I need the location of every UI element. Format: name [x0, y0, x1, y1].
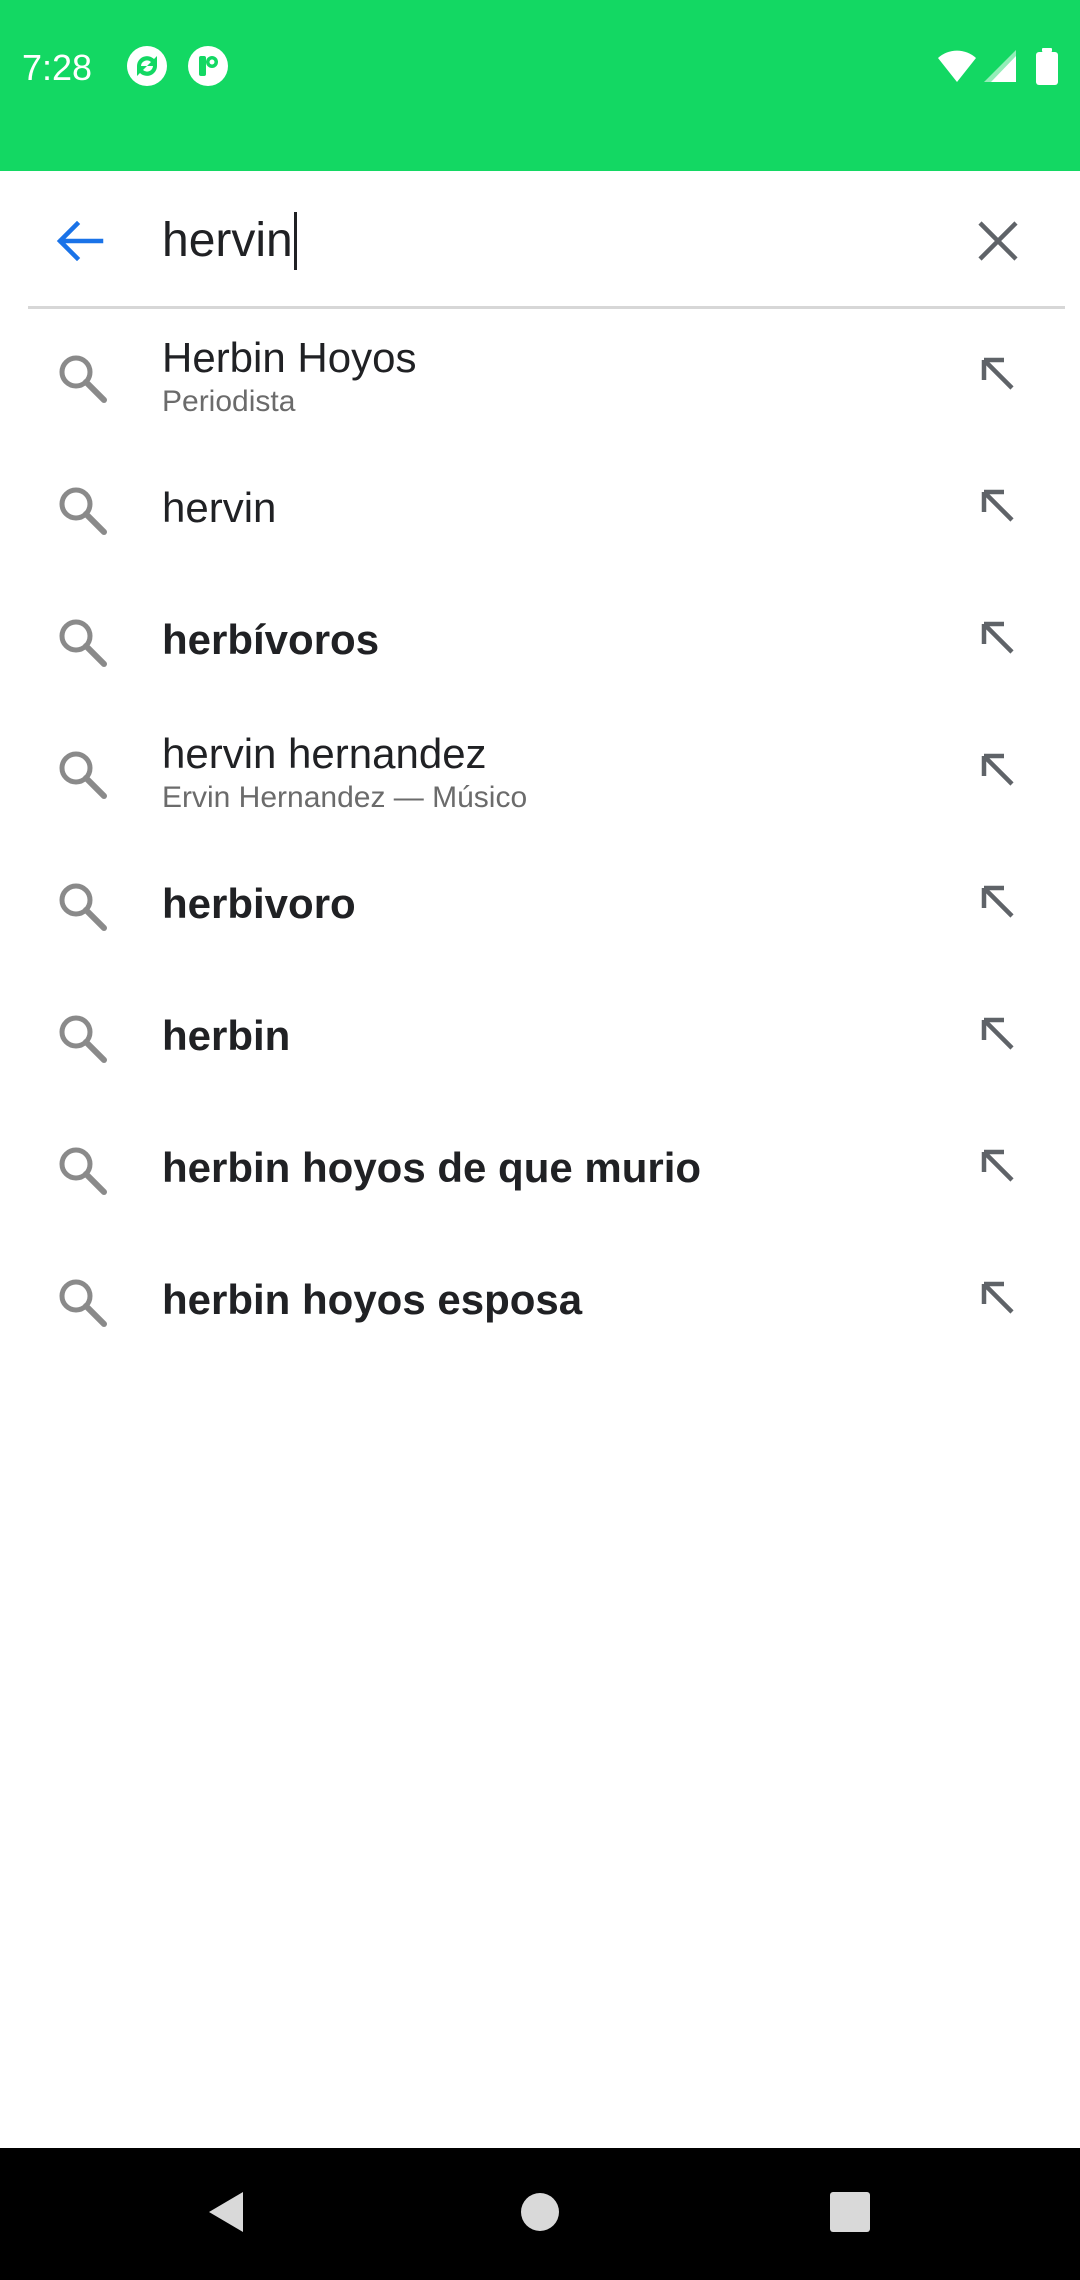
search-query-text: hervin	[162, 214, 293, 267]
cell-signal-icon	[983, 48, 1017, 88]
suggestion-item[interactable]: Herbin Hoyos Periodista	[0, 310, 1080, 442]
close-icon	[976, 219, 1020, 268]
suggestion-title: Herbin Hoyos	[162, 334, 417, 381]
clear-search-button[interactable]	[958, 203, 1038, 283]
arrow-up-left-icon	[978, 618, 1018, 663]
back-triangle-icon	[203, 2188, 247, 2241]
fill-query-button[interactable]	[958, 732, 1038, 812]
search-bar: hervin	[0, 171, 1080, 308]
recents-square-icon	[828, 2190, 872, 2239]
search-icon	[50, 610, 114, 674]
nav-back-button[interactable]	[185, 2174, 265, 2254]
suggestion-subtitle: Ervin Hernandez — Músico	[162, 781, 528, 814]
fill-query-button[interactable]	[958, 1128, 1038, 1208]
fill-query-button[interactable]	[958, 864, 1038, 944]
search-input[interactable]: hervin	[162, 201, 942, 281]
suggestions-list: Herbin Hoyos Periodista hervin herbívoro…	[0, 310, 1080, 1366]
wifi-icon	[937, 48, 977, 88]
suggestion-title: hervin hernandez	[162, 730, 487, 777]
suggestion-item[interactable]: herbin	[0, 970, 1080, 1102]
suggestion-item[interactable]: hervin hernandez Ervin Hernandez — Músic…	[0, 706, 1080, 838]
suggestion-title: herbin hoyos de que murio	[162, 1144, 702, 1191]
search-icon	[50, 1138, 114, 1202]
suggestion-item[interactable]: hervin	[0, 442, 1080, 574]
nav-recents-button[interactable]	[810, 2174, 890, 2254]
suggestion-subtitle: Periodista	[162, 385, 296, 418]
back-button[interactable]	[40, 203, 120, 283]
status-bar: 7:28	[0, 0, 1080, 171]
fill-query-button[interactable]	[958, 600, 1038, 680]
suggestion-item[interactable]: herbívoros	[0, 574, 1080, 706]
suggestion-title: herbívoros	[162, 616, 380, 663]
arrow-up-left-icon	[978, 882, 1018, 927]
home-circle-icon	[518, 2190, 562, 2239]
search-icon	[50, 346, 114, 410]
suggestion-item[interactable]: herbin hoyos de que murio	[0, 1102, 1080, 1234]
arrow-up-left-icon	[978, 1014, 1018, 1059]
text-cursor	[293, 212, 297, 270]
arrow-left-icon	[55, 220, 105, 266]
search-icon	[50, 742, 114, 806]
notification-app-icon	[186, 44, 230, 88]
suggestion-item[interactable]: herbin hoyos esposa	[0, 1234, 1080, 1366]
arrow-up-left-icon	[978, 1278, 1018, 1323]
navigation-bar	[0, 2148, 1080, 2280]
search-icon	[50, 1270, 114, 1334]
fill-query-button[interactable]	[958, 1260, 1038, 1340]
status-time: 7:28	[22, 47, 93, 88]
suggestion-title: herbin	[162, 1012, 291, 1059]
search-icon	[50, 1006, 114, 1070]
fill-query-button[interactable]	[958, 336, 1038, 416]
suggestion-title: herbivoro	[162, 880, 356, 927]
arrow-up-left-icon	[978, 750, 1018, 795]
arrow-up-left-icon	[978, 486, 1018, 531]
search-divider	[28, 306, 1065, 309]
search-icon	[50, 478, 114, 542]
suggestion-item[interactable]: herbivoro	[0, 838, 1080, 970]
search-icon	[50, 874, 114, 938]
nav-home-button[interactable]	[500, 2174, 580, 2254]
arrow-up-left-icon	[978, 354, 1018, 399]
suggestion-title: herbin hoyos esposa	[162, 1276, 583, 1323]
suggestion-title: hervin	[162, 484, 277, 531]
arrow-up-left-icon	[978, 1146, 1018, 1191]
fill-query-button[interactable]	[958, 996, 1038, 1076]
battery-icon	[1035, 48, 1059, 88]
fill-query-button[interactable]	[958, 468, 1038, 548]
sync-app-icon	[125, 44, 169, 88]
